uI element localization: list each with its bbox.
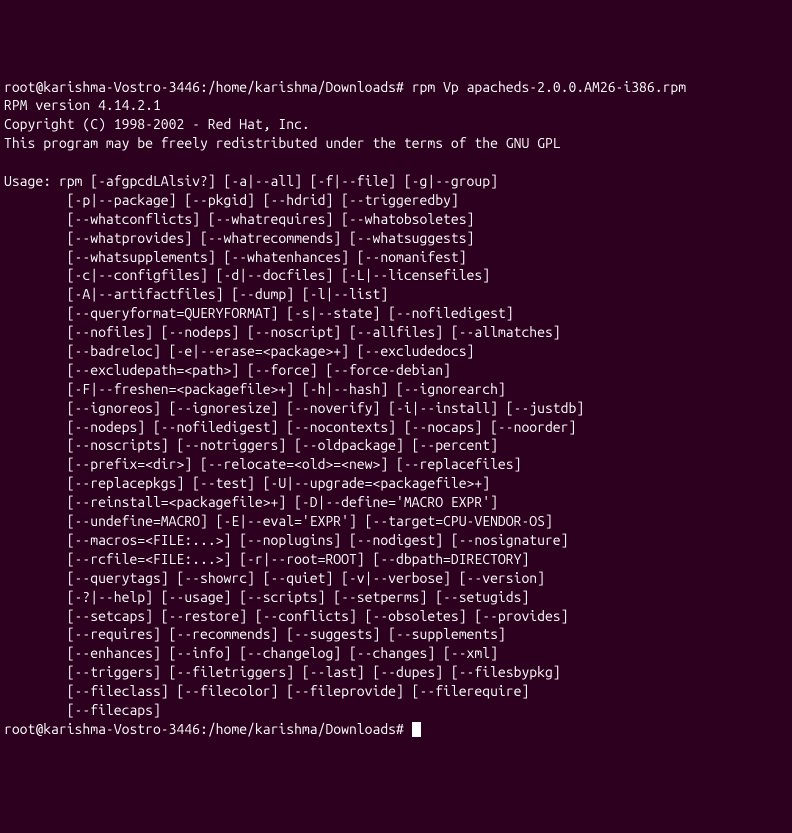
version-line: RPM version 4.14.2.1 <box>4 97 161 113</box>
prompt-path: /home/karishma/Downloads <box>208 79 396 95</box>
prompt-line-1: root@karishma-Vostro-3446:/home/karishma… <box>4 79 686 95</box>
cursor <box>412 722 421 737</box>
usage-options: [-p|--package] [--pkgid] [--hdrid] [--tr… <box>4 192 584 718</box>
usage-header: Usage: rpm [-afgpcdLAlsiv?] [-a|--all] [… <box>4 173 498 189</box>
prompt-path: /home/karishma/Downloads <box>208 721 396 737</box>
command-text: rpm Vp apacheds-2.0.0.AM26-i386.rpm <box>412 79 686 95</box>
prompt-user: root@karishma-Vostro-3446 <box>4 79 200 95</box>
copyright-line: Copyright (C) 1998-2002 - Red Hat, Inc. <box>4 116 310 132</box>
prompt-user: root@karishma-Vostro-3446 <box>4 721 200 737</box>
gpl-line: This program may be freely redistributed… <box>4 135 561 151</box>
prompt-line-2[interactable]: root@karishma-Vostro-3446:/home/karishma… <box>4 721 421 737</box>
